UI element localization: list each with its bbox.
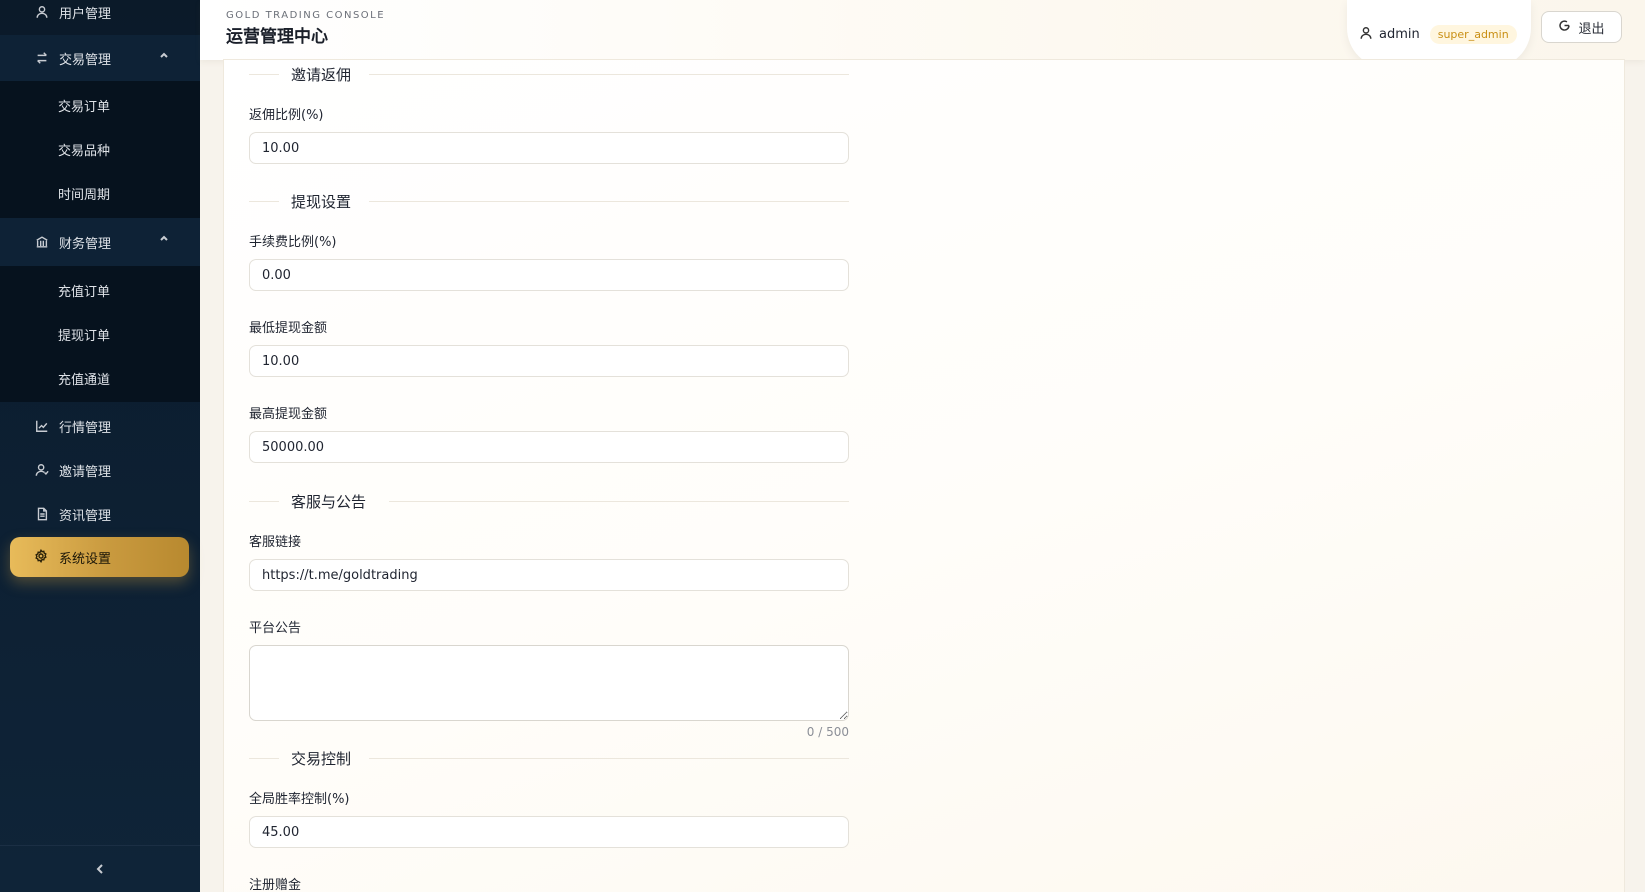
sidebar-subitem-label: 提现订单: [58, 328, 111, 344]
sidebar-item-users[interactable]: 用户管理: [0, 0, 200, 34]
sidebar-subitem-label: 充值订单: [58, 284, 111, 300]
sidebar-item-settings[interactable]: 系统设置: [10, 537, 189, 577]
sidebar-subitem-trade-orders[interactable]: 交易订单: [0, 83, 200, 127]
announcement-label: 平台公告: [249, 621, 302, 636]
service-link-label: 客服链接: [249, 535, 302, 550]
settings-form-card: 邀请返佣 返佣比例(%) 提现设置 手续费比例(%) 最低提现金额 最高提现金额…: [224, 60, 1624, 892]
sidebar-item-label: 行情管理: [59, 420, 112, 436]
page-title: 运营管理中心: [226, 27, 328, 47]
user-icon: [34, 4, 50, 20]
sidebar-subitem-trade-symbols[interactable]: 交易品种: [0, 127, 200, 171]
rebate-ratio-label: 返佣比例(%): [249, 108, 324, 123]
max-withdraw-input[interactable]: [249, 431, 849, 463]
rebate-ratio-input[interactable]: [249, 132, 849, 164]
sidebar-item-label: 交易管理: [59, 52, 112, 68]
document-icon: [34, 506, 50, 522]
bank-icon: [34, 234, 50, 250]
max-withdraw-label: 最高提现金额: [249, 407, 328, 422]
win-rate-input[interactable]: [249, 816, 849, 848]
chevron-up-icon: [158, 49, 172, 63]
sidebar-item-label: 财务管理: [59, 236, 112, 252]
section-trade-control: 交易控制: [249, 748, 849, 768]
sidebar-subitem-recharge-channels[interactable]: 充值通道: [0, 356, 200, 400]
sidebar-item-trade[interactable]: 交易管理: [0, 35, 200, 81]
sidebar-item-news[interactable]: 资讯管理: [0, 492, 200, 536]
section-title: 交易控制: [291, 750, 352, 768]
sidebar-item-finance[interactable]: 财务管理: [0, 218, 200, 266]
sidebar-item-label: 资讯管理: [59, 508, 112, 524]
role-badge: super_admin: [1429, 24, 1517, 44]
chart-line-icon: [34, 418, 50, 434]
user-name: admin: [1379, 26, 1420, 42]
sidebar-item-label: 用户管理: [59, 6, 112, 22]
brand-subtitle: GOLD TRADING CONSOLE: [226, 10, 386, 21]
sidebar-subitem-time-periods[interactable]: 时间周期: [0, 171, 200, 215]
register-bonus-label: 注册赠金: [249, 878, 302, 892]
announcement-textarea[interactable]: [249, 645, 849, 721]
user-icon: [1359, 25, 1373, 44]
logout-label: 退出: [1578, 21, 1605, 37]
section-title: 客服与公告: [291, 493, 367, 511]
section-withdraw: 提现设置: [249, 191, 849, 211]
fee-ratio-label: 手续费比例(%): [249, 235, 337, 250]
service-link-input[interactable]: [249, 559, 849, 591]
sidebar-subitem-label: 交易订单: [58, 99, 111, 115]
announcement-char-counter: 0 / 500: [806, 725, 849, 739]
section-invite: 邀请返佣: [249, 64, 849, 84]
sidebar-subitem-label: 时间周期: [58, 187, 111, 203]
invite-user-icon: [34, 462, 50, 478]
user-info[interactable]: admin super_admin: [1347, 0, 1531, 68]
section-title: 邀请返佣: [291, 66, 352, 84]
sidebar-item-invite[interactable]: 邀请管理: [0, 448, 200, 492]
section-service: 客服与公告: [249, 491, 849, 511]
sidebar-item-market[interactable]: 行情管理: [0, 404, 200, 448]
sidebar-subitem-withdraw-orders[interactable]: 提现订单: [0, 312, 200, 356]
top-header: GOLD TRADING CONSOLE 运营管理中心 admin super_…: [200, 0, 1645, 68]
exchange-icon: [34, 50, 50, 66]
chevron-left-icon: [94, 860, 106, 879]
min-withdraw-input[interactable]: [249, 345, 849, 377]
sidebar-item-label: 邀请管理: [59, 464, 112, 480]
sidebar-subitem-label: 交易品种: [58, 143, 111, 159]
fee-ratio-input[interactable]: [249, 259, 849, 291]
section-title: 提现设置: [291, 193, 352, 211]
min-withdraw-label: 最低提现金额: [249, 321, 328, 336]
logout-button[interactable]: 退出: [1541, 11, 1622, 43]
sidebar-subitem-recharge-orders[interactable]: 充值订单: [0, 268, 200, 312]
win-rate-label: 全局胜率控制(%): [249, 792, 350, 807]
sidebar-collapse-button[interactable]: [0, 845, 200, 892]
gear-icon: [34, 549, 50, 565]
sidebar-item-label: 系统设置: [59, 551, 112, 567]
chevron-up-icon: [158, 232, 172, 246]
logout-icon: [1558, 19, 1578, 36]
sidebar: 用户管理 交易管理 交易订单 交易品种 时间周期 财务管理 充值订单 提现订单 …: [0, 0, 200, 892]
sidebar-subitem-label: 充值通道: [58, 372, 111, 388]
